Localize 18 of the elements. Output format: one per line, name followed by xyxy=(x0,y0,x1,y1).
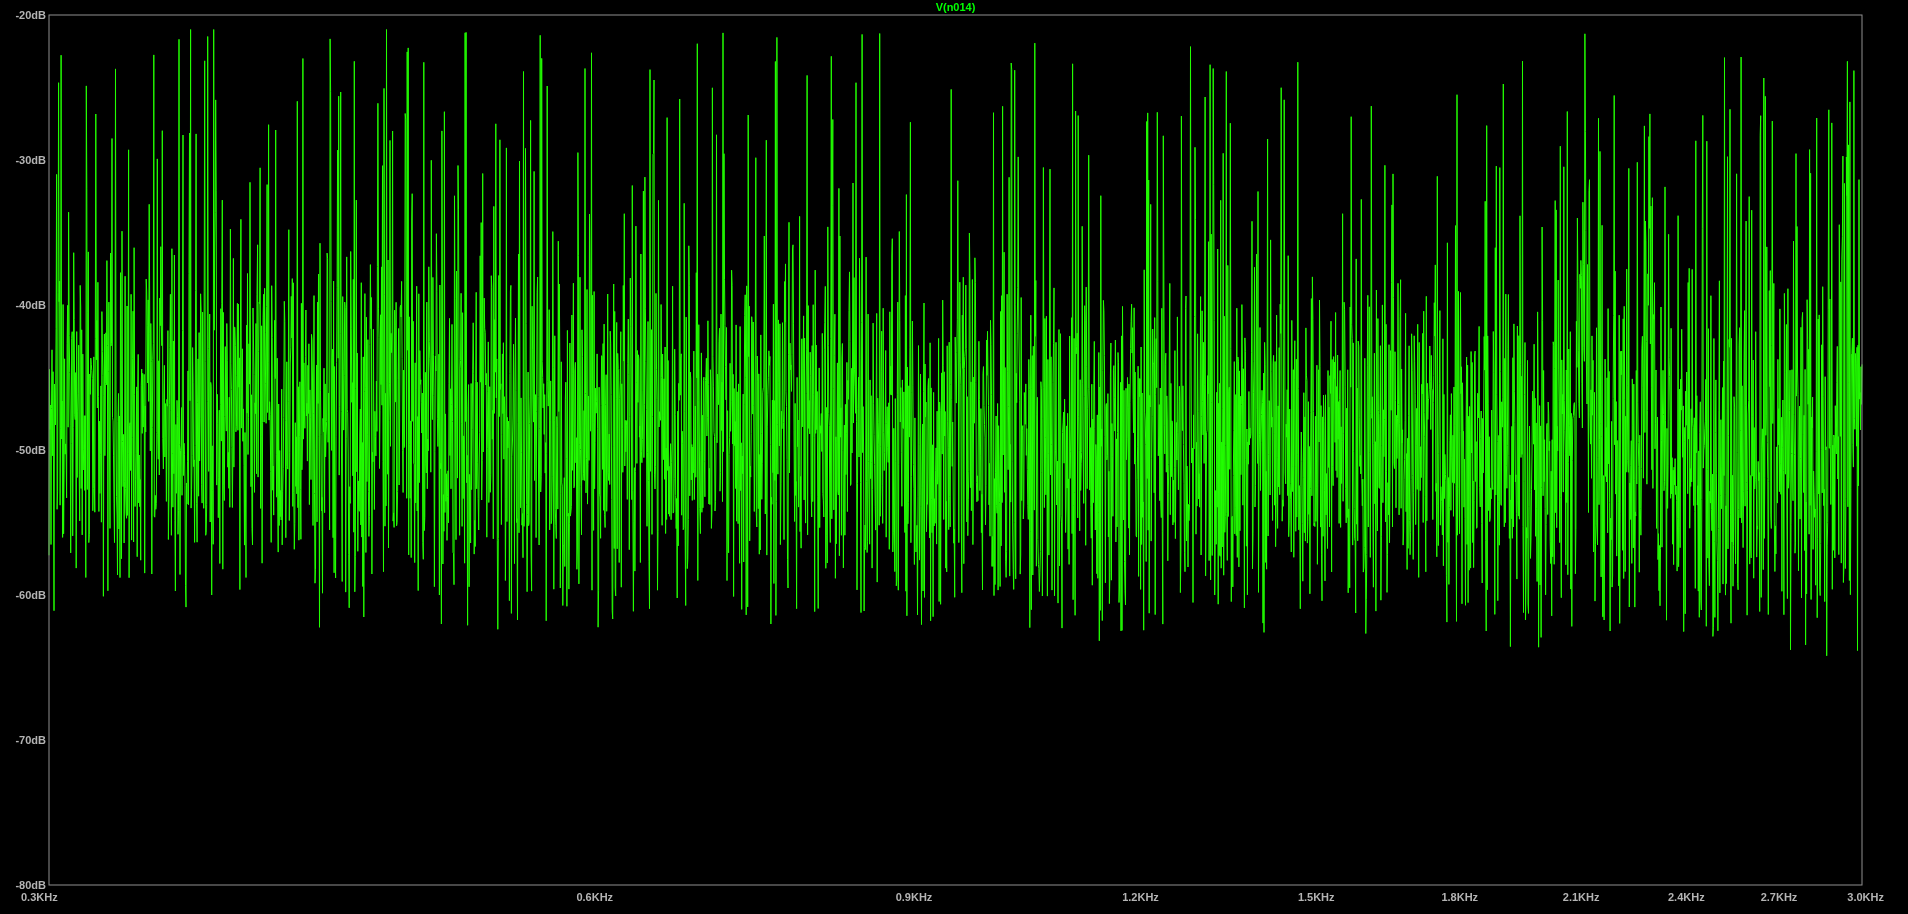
x-axis-label: 3.0KHz xyxy=(1847,891,1884,903)
x-axis-label: 1.8KHz xyxy=(1441,891,1479,903)
x-axis-label: 2.1KHz xyxy=(1562,891,1600,903)
y-axis-label: -20dB xyxy=(15,9,46,21)
x-axis-label: 2.7KHz xyxy=(1760,891,1798,903)
x-axis-label: 2.4KHz xyxy=(1667,891,1705,903)
trace-label: V(n014) xyxy=(935,1,976,13)
x-axis-label: 1.5KHz xyxy=(1297,891,1335,903)
y-axis-label: -30dB xyxy=(15,154,46,166)
x-axis-label: 0.3KHz xyxy=(21,891,58,903)
x-axis-label: 0.6KHz xyxy=(576,891,614,903)
y-axis-label: -40dB xyxy=(15,299,46,311)
y-axis-label: -70dB xyxy=(15,734,46,746)
x-axis-label: 1.2KHz xyxy=(1122,891,1159,903)
y-axis-label: -80dB xyxy=(15,879,46,891)
x-axis-label: 0.9KHz xyxy=(895,891,933,903)
y-axis-label: -60dB xyxy=(15,589,46,601)
y-axis-label: -50dB xyxy=(15,444,46,456)
